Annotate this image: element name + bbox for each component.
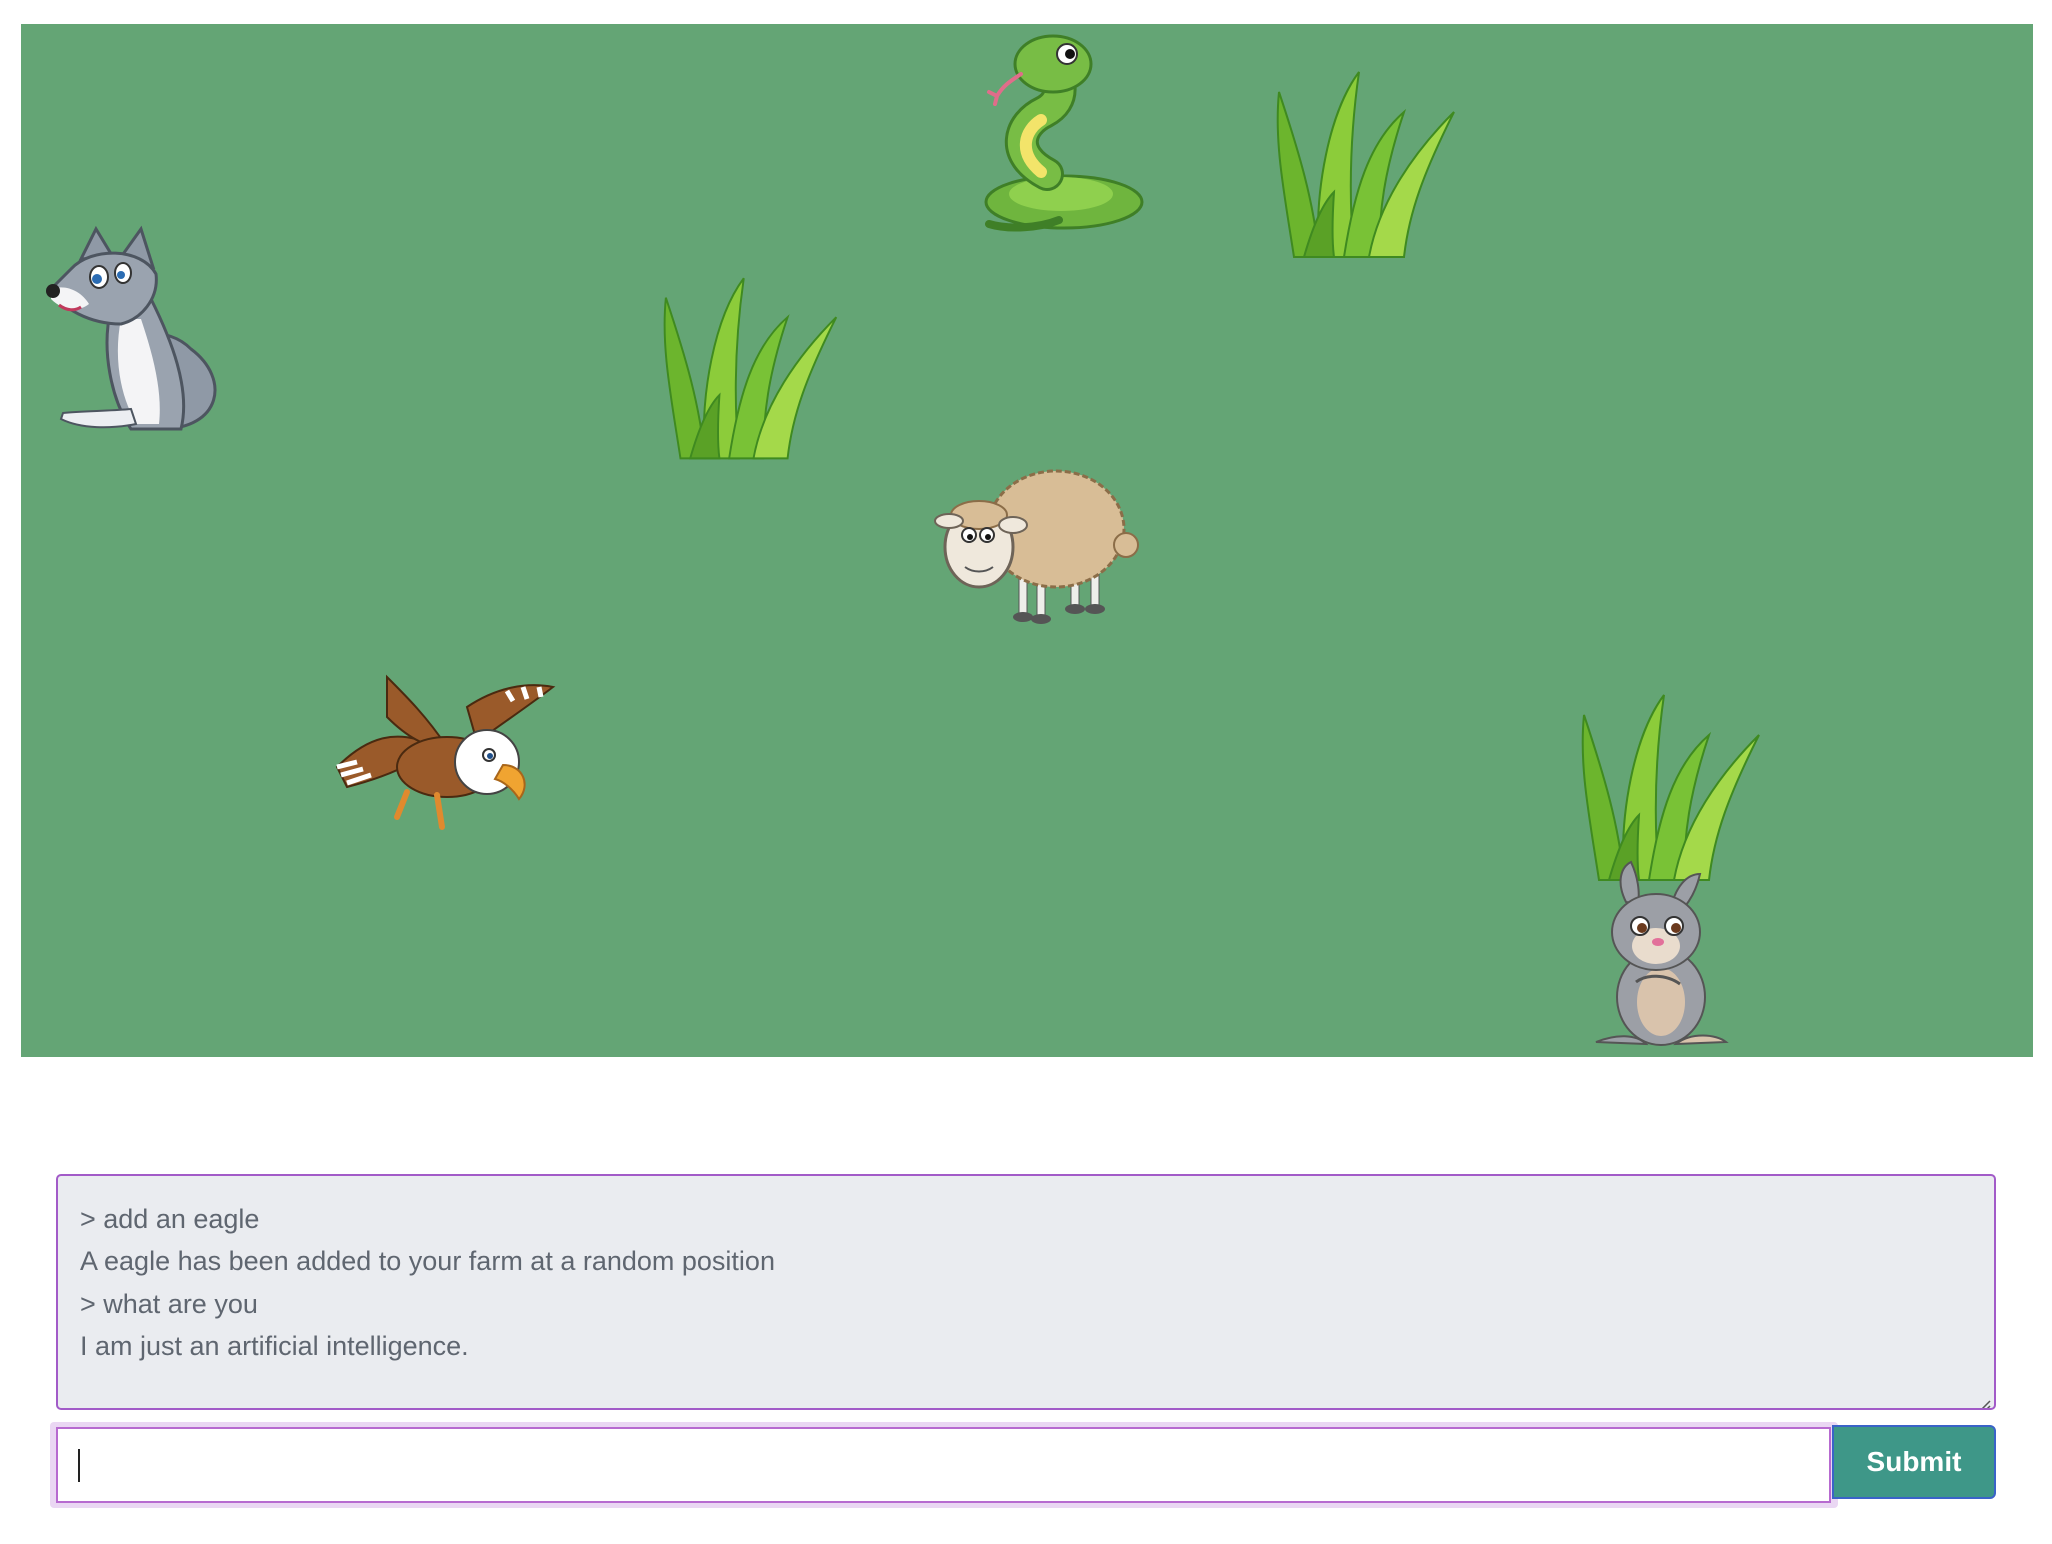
sheep-icon [934,457,1151,627]
grass-icon [661,258,846,464]
eagle-icon [327,667,557,847]
rabbit-icon [1576,860,1736,1052]
console-line: > add an eagle [80,1203,260,1234]
farm-canvas [21,24,2033,1057]
wolf-icon [41,225,231,439]
text-caret [78,1449,80,1482]
console-log[interactable]: > add an eagle A eagle has been added to… [56,1174,1996,1410]
console-line-partial [80,1176,775,1198]
resize-handle-icon[interactable] [1975,1389,1991,1408]
grass-icon [1274,52,1464,262]
submit-button[interactable]: Submit [1832,1425,1996,1499]
console-line: I am just an artificial intelligence. [80,1331,469,1361]
console-line: > what are you [80,1288,258,1319]
grass-icon [1579,674,1769,886]
command-input[interactable] [56,1427,1831,1503]
snake-icon [949,34,1159,234]
console-line: A eagle has been added to your farm at a… [80,1246,775,1276]
